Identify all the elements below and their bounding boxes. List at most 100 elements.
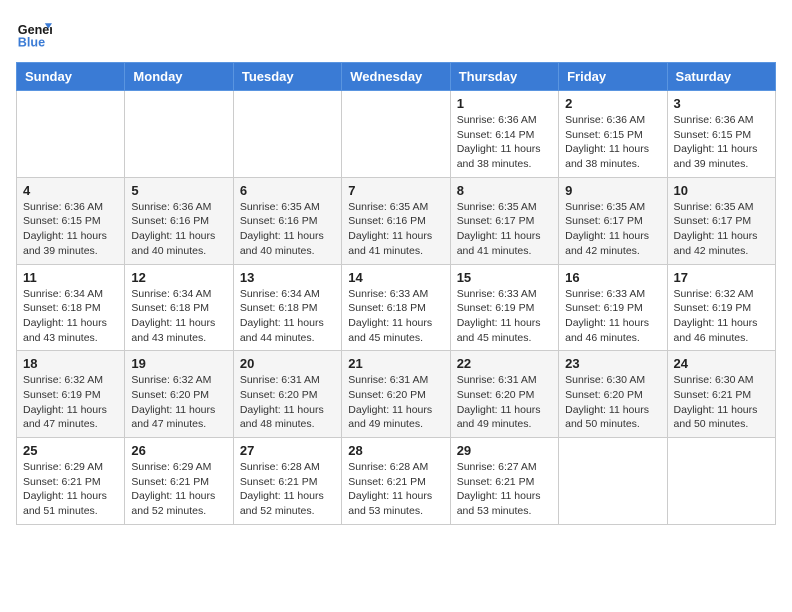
calendar-cell: 4 Sunrise: 6:36 AMSunset: 6:15 PMDaylight… — [17, 177, 125, 264]
day-number: 2 — [565, 96, 660, 111]
day-number: 9 — [565, 183, 660, 198]
calendar-cell: 22Sunrise: 6:31 AMSunset: 6:20 PMDayligh… — [450, 351, 558, 438]
day-number: 27 — [240, 443, 335, 458]
day-number: 5 — [131, 183, 226, 198]
calendar-cell — [667, 438, 775, 525]
logo-icon: General Blue — [16, 16, 52, 52]
calendar-cell: 1 Sunrise: 6:36 AMSunset: 6:14 PMDaylight… — [450, 91, 558, 178]
logo: General Blue — [16, 16, 52, 52]
weekday-header-tuesday: Tuesday — [233, 63, 341, 91]
day-number: 29 — [457, 443, 552, 458]
day-info: Sunrise: 6:29 AMSunset: 6:21 PMDaylight:… — [23, 460, 118, 519]
day-number: 11 — [23, 270, 118, 285]
day-info: Sunrise: 6:34 AMSunset: 6:18 PMDaylight:… — [240, 287, 335, 346]
day-number: 26 — [131, 443, 226, 458]
day-info: Sunrise: 6:34 AMSunset: 6:18 PMDaylight:… — [23, 287, 118, 346]
calendar-header: SundayMondayTuesdayWednesdayThursdayFrid… — [17, 63, 776, 91]
day-number: 18 — [23, 356, 118, 371]
day-number: 23 — [565, 356, 660, 371]
day-info: Sunrise: 6:30 AMSunset: 6:20 PMDaylight:… — [565, 373, 660, 432]
calendar-cell: 7 Sunrise: 6:35 AMSunset: 6:16 PMDaylight… — [342, 177, 450, 264]
day-info: Sunrise: 6:32 AMSunset: 6:19 PMDaylight:… — [674, 287, 769, 346]
day-info: Sunrise: 6:28 AMSunset: 6:21 PMDaylight:… — [240, 460, 335, 519]
day-number: 7 — [348, 183, 443, 198]
page-header: General Blue — [16, 16, 776, 52]
day-info: Sunrise: 6:35 AMSunset: 6:17 PMDaylight:… — [457, 200, 552, 259]
svg-text:Blue: Blue — [18, 36, 45, 50]
calendar-week-3: 11 Sunrise: 6:34 AMSunset: 6:18 PMDayligh… — [17, 264, 776, 351]
calendar-week-1: 1 Sunrise: 6:36 AMSunset: 6:14 PMDaylight… — [17, 91, 776, 178]
day-info: Sunrise: 6:36 AMSunset: 6:15 PMDaylight:… — [23, 200, 118, 259]
calendar-cell — [342, 91, 450, 178]
calendar-table: SundayMondayTuesdayWednesdayThursdayFrid… — [16, 62, 776, 525]
weekday-header-wednesday: Wednesday — [342, 63, 450, 91]
calendar-cell: 8 Sunrise: 6:35 AMSunset: 6:17 PMDaylight… — [450, 177, 558, 264]
day-info: Sunrise: 6:34 AMSunset: 6:18 PMDaylight:… — [131, 287, 226, 346]
day-info: Sunrise: 6:28 AMSunset: 6:21 PMDaylight:… — [348, 460, 443, 519]
calendar-body: 1 Sunrise: 6:36 AMSunset: 6:14 PMDaylight… — [17, 91, 776, 525]
day-number: 4 — [23, 183, 118, 198]
calendar-cell: 15 Sunrise: 6:33 AMSunset: 6:19 PMDayligh… — [450, 264, 558, 351]
calendar-cell: 3Sunrise: 6:36 AMSunset: 6:15 PMDaylight… — [667, 91, 775, 178]
day-number: 15 — [457, 270, 552, 285]
day-number: 8 — [457, 183, 552, 198]
calendar-cell: 23 Sunrise: 6:30 AMSunset: 6:20 PMDayligh… — [559, 351, 667, 438]
day-number: 16 — [565, 270, 660, 285]
calendar-cell: 21Sunrise: 6:31 AMSunset: 6:20 PMDayligh… — [342, 351, 450, 438]
day-number: 10 — [674, 183, 769, 198]
weekday-header-friday: Friday — [559, 63, 667, 91]
day-info: Sunrise: 6:33 AMSunset: 6:18 PMDaylight:… — [348, 287, 443, 346]
day-info: Sunrise: 6:33 AMSunset: 6:19 PMDaylight:… — [565, 287, 660, 346]
day-number: 13 — [240, 270, 335, 285]
day-number: 25 — [23, 443, 118, 458]
calendar-cell — [17, 91, 125, 178]
weekday-header-thursday: Thursday — [450, 63, 558, 91]
calendar-week-5: 25 Sunrise: 6:29 AMSunset: 6:21 PMDayligh… — [17, 438, 776, 525]
day-info: Sunrise: 6:36 AMSunset: 6:15 PMDaylight:… — [674, 113, 769, 172]
day-info: Sunrise: 6:35 AMSunset: 6:17 PMDaylight:… — [674, 200, 769, 259]
day-info: Sunrise: 6:30 AMSunset: 6:21 PMDaylight:… — [674, 373, 769, 432]
day-number: 14 — [348, 270, 443, 285]
calendar-cell: 17 Sunrise: 6:32 AMSunset: 6:19 PMDayligh… — [667, 264, 775, 351]
day-number: 12 — [131, 270, 226, 285]
day-info: Sunrise: 6:33 AMSunset: 6:19 PMDaylight:… — [457, 287, 552, 346]
calendar-cell — [233, 91, 341, 178]
day-info: Sunrise: 6:35 AMSunset: 6:16 PMDaylight:… — [348, 200, 443, 259]
weekday-header-sunday: Sunday — [17, 63, 125, 91]
day-info: Sunrise: 6:27 AMSunset: 6:21 PMDaylight:… — [457, 460, 552, 519]
calendar-cell: 16 Sunrise: 6:33 AMSunset: 6:19 PMDayligh… — [559, 264, 667, 351]
day-number: 21 — [348, 356, 443, 371]
day-number: 17 — [674, 270, 769, 285]
calendar-cell: 11 Sunrise: 6:34 AMSunset: 6:18 PMDayligh… — [17, 264, 125, 351]
weekday-header-saturday: Saturday — [667, 63, 775, 91]
calendar-cell: 28Sunrise: 6:28 AMSunset: 6:21 PMDayligh… — [342, 438, 450, 525]
calendar-cell: 26 Sunrise: 6:29 AMSunset: 6:21 PMDayligh… — [125, 438, 233, 525]
calendar-cell: 5 Sunrise: 6:36 AMSunset: 6:16 PMDaylight… — [125, 177, 233, 264]
calendar-cell: 6Sunrise: 6:35 AMSunset: 6:16 PMDaylight… — [233, 177, 341, 264]
calendar-cell: 9 Sunrise: 6:35 AMSunset: 6:17 PMDaylight… — [559, 177, 667, 264]
day-info: Sunrise: 6:32 AMSunset: 6:20 PMDaylight:… — [131, 373, 226, 432]
calendar-cell: 2Sunrise: 6:36 AMSunset: 6:15 PMDaylight… — [559, 91, 667, 178]
day-number: 1 — [457, 96, 552, 111]
calendar-cell: 19Sunrise: 6:32 AMSunset: 6:20 PMDayligh… — [125, 351, 233, 438]
day-info: Sunrise: 6:35 AMSunset: 6:17 PMDaylight:… — [565, 200, 660, 259]
calendar-cell — [125, 91, 233, 178]
weekday-header-monday: Monday — [125, 63, 233, 91]
calendar-week-2: 4 Sunrise: 6:36 AMSunset: 6:15 PMDaylight… — [17, 177, 776, 264]
calendar-cell: 27 Sunrise: 6:28 AMSunset: 6:21 PMDayligh… — [233, 438, 341, 525]
calendar-cell: 12 Sunrise: 6:34 AMSunset: 6:18 PMDayligh… — [125, 264, 233, 351]
calendar-cell: 10 Sunrise: 6:35 AMSunset: 6:17 PMDayligh… — [667, 177, 775, 264]
calendar-cell: 29 Sunrise: 6:27 AMSunset: 6:21 PMDayligh… — [450, 438, 558, 525]
day-info: Sunrise: 6:36 AMSunset: 6:16 PMDaylight:… — [131, 200, 226, 259]
day-info: Sunrise: 6:36 AMSunset: 6:14 PMDaylight:… — [457, 113, 552, 172]
day-info: Sunrise: 6:32 AMSunset: 6:19 PMDaylight:… — [23, 373, 118, 432]
day-info: Sunrise: 6:29 AMSunset: 6:21 PMDaylight:… — [131, 460, 226, 519]
day-info: Sunrise: 6:31 AMSunset: 6:20 PMDaylight:… — [457, 373, 552, 432]
calendar-cell: 14 Sunrise: 6:33 AMSunset: 6:18 PMDayligh… — [342, 264, 450, 351]
weekday-header-row: SundayMondayTuesdayWednesdayThursdayFrid… — [17, 63, 776, 91]
calendar-cell: 25 Sunrise: 6:29 AMSunset: 6:21 PMDayligh… — [17, 438, 125, 525]
day-info: Sunrise: 6:35 AMSunset: 6:16 PMDaylight:… — [240, 200, 335, 259]
calendar-cell — [559, 438, 667, 525]
calendar-week-4: 18 Sunrise: 6:32 AMSunset: 6:19 PMDayligh… — [17, 351, 776, 438]
day-info: Sunrise: 6:31 AMSunset: 6:20 PMDaylight:… — [240, 373, 335, 432]
